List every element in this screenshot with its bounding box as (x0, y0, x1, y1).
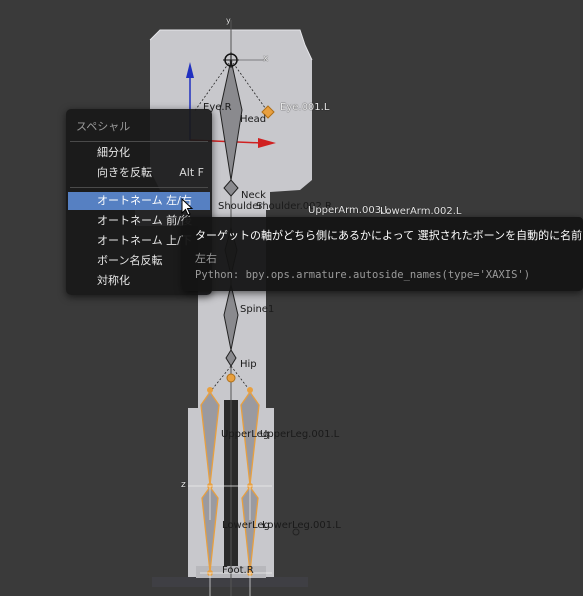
axis-x-label: x (263, 54, 269, 64)
tooltip-enum-value: 左右 (195, 252, 217, 265)
axis-z-label: z (181, 480, 186, 490)
eye-l-label: Eye.001.L (280, 102, 330, 113)
hip-joint (226, 373, 236, 383)
operator-tooltip: ターゲットの軸がどちら側にあるかによって 選択されたボーンを自動的に名前 左右 … (183, 217, 583, 291)
armature-scene (135, 20, 313, 596)
neck-label: Neck (241, 190, 266, 201)
3d-viewport[interactable]: y x Eye.R Eye.001.L Head Neck Shoulder S… (0, 0, 583, 596)
hip-label: Hip (240, 359, 257, 370)
floor-mesh (152, 577, 308, 587)
menu-separator (70, 187, 208, 188)
upperleg-l-label: UpperLeg.001.L (260, 429, 340, 440)
menu-separator (70, 141, 208, 142)
spine1-label: Spine1 (240, 304, 275, 315)
lowerarm-l-label: LowerArm.002.L (380, 206, 462, 217)
menu-item-subdivide[interactable]: 細分化 (68, 144, 210, 162)
lowerleg-l-label: LowerLeg.001.L (262, 520, 341, 531)
upperarm-l-label: UpperArm.003.L (308, 205, 390, 216)
tooltip-python: Python: bpy.ops.armature.autoside_names(… (195, 269, 531, 281)
menu-item-switch-direction[interactable]: 向きを反転 Alt F (68, 164, 210, 182)
axis-y-label: y (226, 16, 231, 25)
shortcut-label: Alt F (179, 166, 204, 179)
menu-title: スペシャル (76, 120, 131, 133)
tooltip-description: ターゲットの軸がどちら側にあるかによって 選択されたボーンを自動的に名前 (195, 229, 583, 242)
foot-r-label: Foot.R (222, 565, 254, 576)
mouse-pointer-icon (181, 198, 194, 216)
head-label: Head (240, 114, 267, 125)
